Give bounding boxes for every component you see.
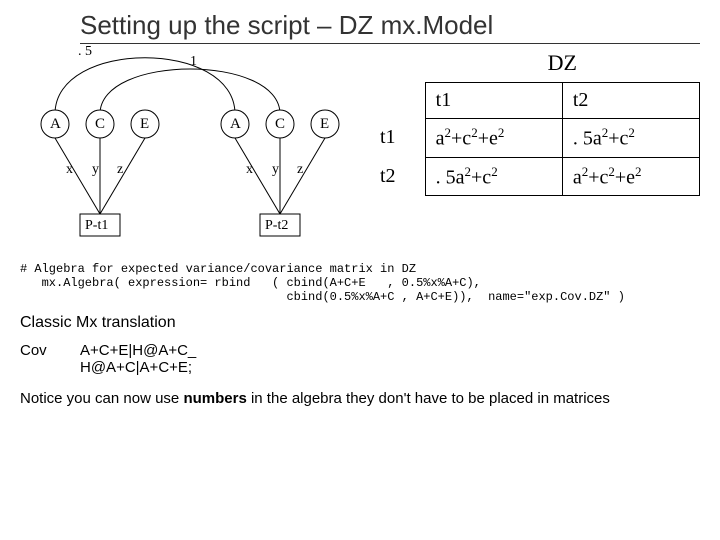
notice-bold: numbers (183, 390, 246, 407)
latent-c-right: C (275, 116, 285, 133)
diagram-svg (20, 44, 350, 254)
path-y-right: y (272, 162, 279, 178)
cell-1-1: a2+c2+e2 (425, 119, 562, 158)
latent-e-left: E (140, 116, 149, 133)
latent-a-left: A (50, 116, 61, 133)
row-header-t1: t1 (370, 119, 425, 158)
algebra-code: # Algebra for expected variance/covarian… (20, 262, 700, 304)
path-x-left: x (66, 162, 73, 178)
cov-line2: H@A+C|A+C+E; (80, 359, 192, 376)
row-header-t2: t2 (370, 157, 425, 196)
page-title: Setting up the script – DZ mx.Model (80, 10, 700, 44)
notice-post: in the algebra they don't have to be pla… (247, 390, 610, 407)
coef-a-label: . 5 (78, 44, 92, 60)
path-z-right: z (297, 162, 303, 178)
col-header-t2: t2 (562, 83, 699, 119)
col-header-t1: t1 (425, 83, 562, 119)
cell-2-2: a2+c2+e2 (562, 157, 699, 196)
cov-expression: A+C+E|H@A+C_ H@A+C|A+C+E; (80, 342, 196, 376)
path-y-left: y (92, 162, 99, 178)
cov-table: DZ t1 t2 t1 a2+c2+e2 . 5a2+c2 t2 . 5a2+c… (370, 44, 700, 254)
path-diagram: . 5 1 A C E A C E x y z x y z P-t1 P-t2 (20, 44, 350, 254)
path-x-right: x (246, 162, 253, 178)
latent-a-right: A (230, 116, 241, 133)
cell-2-1: . 5a2+c2 (425, 157, 562, 196)
path-z-left: z (117, 162, 123, 178)
box-pt2: P-t2 (265, 218, 288, 234)
notice-text: Notice you can now use numbers in the al… (20, 390, 700, 408)
notice-pre: Notice you can now use (20, 390, 183, 407)
cov-line1: A+C+E|H@A+C_ (80, 342, 196, 359)
mx-translation-head: Classic Mx translation (20, 314, 700, 332)
latent-e-right: E (320, 116, 329, 133)
cell-1-2: . 5a2+c2 (562, 119, 699, 158)
latent-c-left: C (95, 116, 105, 133)
table-title: DZ (425, 44, 699, 83)
cov-label: Cov (20, 342, 80, 376)
box-pt1: P-t1 (85, 218, 108, 234)
coef-c-label: 1 (190, 54, 197, 70)
